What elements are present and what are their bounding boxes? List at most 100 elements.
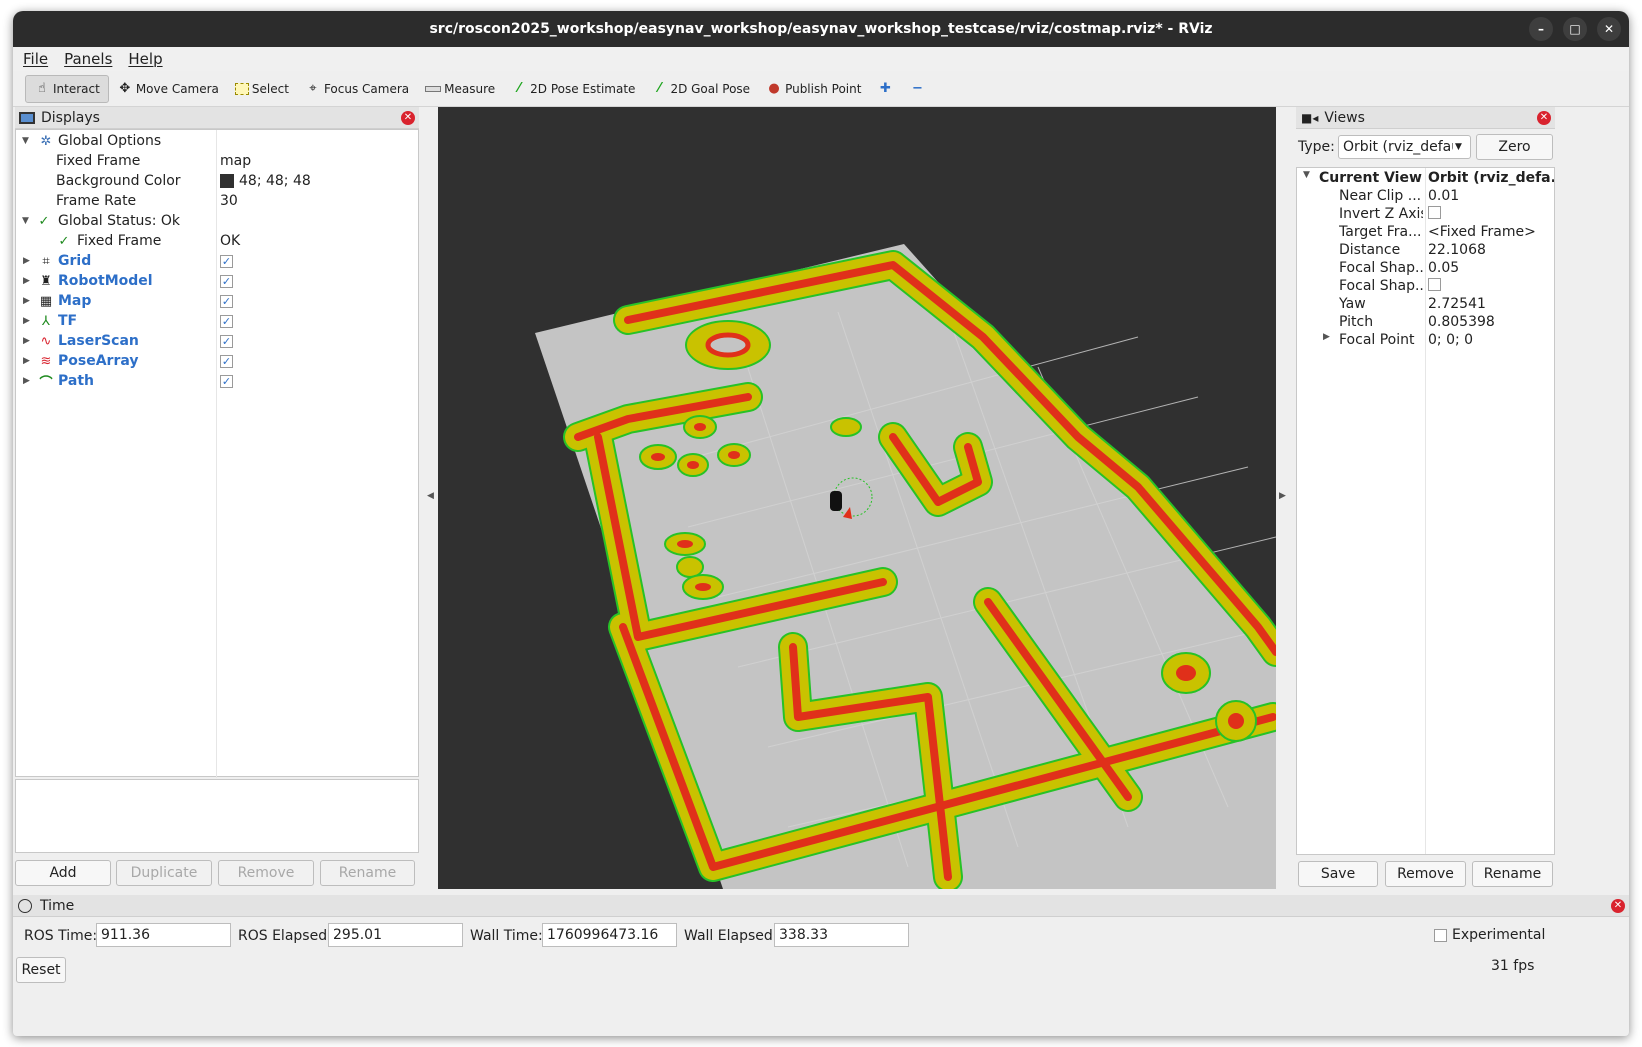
rename-display-button[interactable]: Rename [320, 860, 415, 886]
2d-pose-estimate-tool-button[interactable]: ⁄ 2D Pose Estimate [503, 75, 643, 103]
interact-tool-button[interactable]: ☝ Interact [25, 74, 109, 103]
enable-checkbox[interactable]: ✓ [220, 274, 233, 288]
experimental-checkbox[interactable] [1434, 929, 1447, 942]
display-item-laserscan[interactable]: ▶ ∿ LaserScan ✓ [16, 331, 418, 351]
grid-icon: ⌗ [42, 253, 50, 269]
remove-view-button[interactable]: Remove [1385, 861, 1466, 887]
remove-tool-button[interactable]: − [901, 75, 933, 103]
collapsed-arrow-icon[interactable]: ▶ [23, 376, 30, 386]
menu-panels[interactable]: Panels [64, 50, 112, 68]
expand-arrow-icon[interactable]: ▼ [22, 136, 29, 146]
near-clip-value[interactable]: 0.01 [1428, 188, 1554, 204]
frame-rate-value[interactable]: 30 [220, 193, 238, 209]
view-prop-row[interactable]: ▶ Focal Point 0; 0; 0 [1297, 332, 1554, 350]
view-prop-row[interactable]: Near Clip ... 0.01 [1297, 188, 1554, 206]
focal-point-value[interactable]: 0; 0; 0 [1428, 332, 1554, 348]
fps-readout: 31 fps [1491, 958, 1535, 974]
display-item-path[interactable]: ▶ ⌒ Path ✓ [16, 371, 418, 391]
close-displays-panel-button[interactable]: ✕ [401, 111, 415, 125]
collapsed-arrow-icon[interactable]: ▶ [23, 316, 30, 326]
minimize-button[interactable]: – [1529, 17, 1553, 41]
move-camera-tool-button[interactable]: ✥ Move Camera [109, 75, 227, 103]
display-item-robotmodel[interactable]: ▶ ♜ RobotModel ✓ [16, 271, 418, 291]
map-pin-icon: ● [768, 80, 780, 96]
view-prop-row[interactable]: Focal Shap... 0.05 [1297, 260, 1554, 278]
view-prop-row[interactable]: Focal Shap... [1297, 278, 1554, 296]
collapsed-arrow-icon[interactable]: ▶ [23, 336, 30, 346]
close-window-button[interactable]: ✕ [1597, 17, 1621, 41]
reset-button[interactable]: Reset [16, 957, 66, 983]
current-view-row[interactable]: ▼ Current View Orbit (rviz_defa... [1297, 170, 1554, 188]
views-panel-header: ■◂ Views ✕ [1296, 107, 1555, 129]
global-status-row[interactable]: ▼ ✓ Global Status: Ok [16, 211, 418, 231]
save-view-button[interactable]: Save [1298, 861, 1378, 887]
fixed-frame-value[interactable]: map [220, 153, 251, 169]
view-prop-row[interactable]: Yaw 2.72541 [1297, 296, 1554, 314]
pitch-value[interactable]: 0.805398 [1428, 314, 1554, 330]
view-prop-row[interactable]: Target Fra... <Fixed Frame> [1297, 224, 1554, 242]
focal-shape-size-value[interactable]: 0.05 [1428, 260, 1554, 276]
view-prop-row[interactable]: Pitch 0.805398 [1297, 314, 1554, 332]
publish-point-tool-button[interactable]: ● Publish Point [758, 75, 869, 103]
select-tool-button[interactable]: Select [227, 75, 297, 103]
status-fixed-frame-row[interactable]: ✓ Fixed Frame OK [16, 231, 418, 251]
collapsed-arrow-icon[interactable]: ▶ [23, 256, 30, 266]
add-display-button[interactable]: Add [15, 860, 111, 886]
yaw-value[interactable]: 2.72541 [1428, 296, 1554, 312]
invert-z-checkbox[interactable] [1428, 206, 1441, 219]
enable-checkbox[interactable]: ✓ [220, 374, 233, 388]
close-views-panel-button[interactable]: ✕ [1537, 111, 1551, 125]
measure-tool-button[interactable]: Measure [417, 75, 503, 103]
target-frame-value[interactable]: <Fixed Frame> [1428, 224, 1554, 240]
collapsed-arrow-icon[interactable]: ▶ [23, 356, 30, 366]
menu-file[interactable]: File [23, 50, 48, 68]
view-prop-row[interactable]: Distance 22.1068 [1297, 242, 1554, 260]
expand-arrow-icon[interactable]: ▼ [22, 216, 29, 226]
display-item-grid[interactable]: ▶ ⌗ Grid ✓ [16, 251, 418, 271]
zero-view-button[interactable]: Zero [1476, 134, 1553, 160]
maximize-button[interactable]: □ [1563, 17, 1587, 41]
collapsed-arrow-icon[interactable]: ▶ [1323, 332, 1330, 342]
2d-goal-pose-tool-label: 2D Goal Pose [670, 81, 751, 96]
time-panel-header: Time ✕ [13, 895, 1629, 917]
menu-help[interactable]: Help [128, 50, 162, 68]
collapsed-arrow-icon[interactable]: ▶ [23, 296, 30, 306]
expand-arrow-icon[interactable]: ▼ [1303, 170, 1310, 180]
background-color-value[interactable]: 48; 48; 48 [239, 173, 311, 189]
global-options-row[interactable]: ▼ ✲ Global Options [16, 131, 418, 151]
enable-checkbox[interactable]: ✓ [220, 254, 233, 268]
collapsed-arrow-icon[interactable]: ▶ [23, 276, 30, 286]
background-color-row[interactable]: Background Color 48; 48; 48 [16, 171, 418, 191]
enable-checkbox[interactable]: ✓ [220, 354, 233, 368]
distance-value[interactable]: 22.1068 [1428, 242, 1554, 258]
3d-viewport[interactable] [438, 107, 1276, 889]
2d-goal-pose-tool-button[interactable]: ⁄ 2D Goal Pose [643, 75, 758, 103]
costmap-render[interactable] [438, 107, 1276, 889]
add-tool-button[interactable]: ✚ [869, 75, 901, 103]
collapse-right-arrow-icon[interactable]: ▶ [1279, 491, 1286, 501]
focus-camera-tool-button[interactable]: ⌖ Focus Camera [297, 75, 417, 103]
ros-elapsed-field: 295.01 [328, 923, 463, 947]
display-item-map[interactable]: ▶ ▦ Map ✓ [16, 291, 418, 311]
display-item-tf[interactable]: ▶ ⅄ TF ✓ [16, 311, 418, 331]
color-swatch[interactable] [220, 174, 234, 188]
view-prop-row[interactable]: Invert Z Axis [1297, 206, 1554, 224]
checkmark-icon: ✓ [58, 233, 70, 249]
rename-view-button[interactable]: Rename [1472, 861, 1553, 887]
fixed-frame-row[interactable]: Fixed Frame map [16, 151, 418, 171]
collapse-left-arrow-icon[interactable]: ◀ [427, 491, 434, 501]
focal-shape-fixed-checkbox[interactable] [1428, 278, 1441, 291]
menu-bar: File Panels Help [13, 47, 1629, 71]
view-type-select[interactable]: Orbit (rviz_defau ▼ [1338, 135, 1471, 159]
chevron-down-icon: ▼ [1455, 142, 1462, 152]
enable-checkbox[interactable]: ✓ [220, 334, 233, 348]
duplicate-display-button[interactable]: Duplicate [116, 860, 212, 886]
enable-checkbox[interactable]: ✓ [220, 294, 233, 308]
enable-checkbox[interactable]: ✓ [220, 314, 233, 328]
ruler-icon [425, 85, 442, 92]
display-item-posearray[interactable]: ▶ ≋ PoseArray ✓ [16, 351, 418, 371]
close-time-panel-button[interactable]: ✕ [1611, 899, 1625, 913]
display-item-label: PoseArray [58, 353, 139, 369]
frame-rate-row[interactable]: Frame Rate 30 [16, 191, 418, 211]
remove-display-button[interactable]: Remove [218, 860, 314, 886]
